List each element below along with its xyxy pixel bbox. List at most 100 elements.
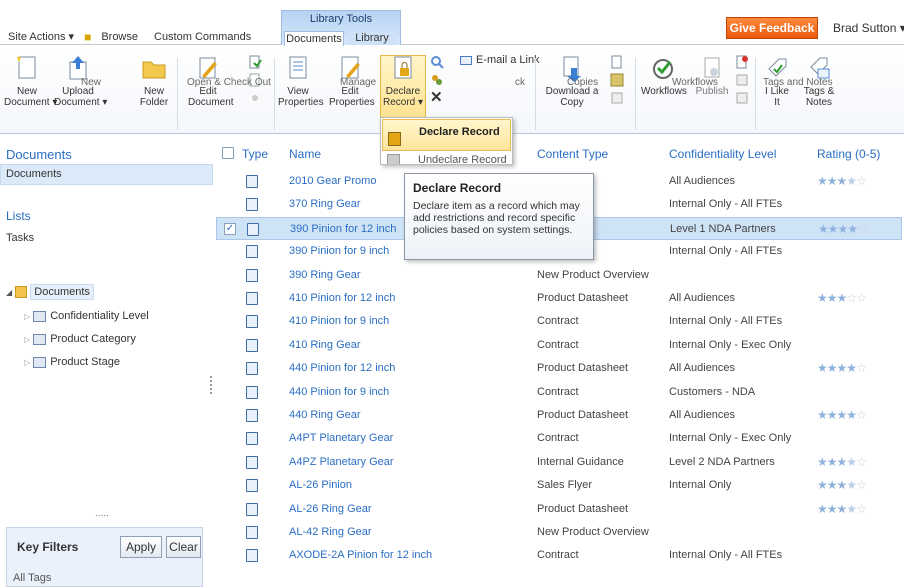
tab-browse[interactable]: Browse [93,29,146,45]
table-row[interactable]: A4PZ Planetary Gear Internal Guidance Leve… [216,451,902,474]
content-type-cell: Contract [537,432,579,445]
declare-record-menu-item[interactable]: Declare Record [382,119,511,151]
confidentiality-cell: Internal Only - All FTEs [669,549,783,562]
manage-copies-icon[interactable] [610,73,624,87]
word-document-icon [246,362,258,376]
tab-custom-commands[interactable]: Custom Commands [146,29,259,45]
tree-item-product-category[interactable]: ▷ Product Category [24,333,136,345]
table-row[interactable]: 440 Pinion for 12 inch Product Datasheet A… [216,357,902,380]
group-label-workflows: Workflows [672,77,718,88]
nav-tasks-item[interactable]: Tasks [6,232,34,244]
go-to-source-icon[interactable] [610,91,624,105]
document-name-link[interactable]: 2010 Gear Promo [289,170,376,193]
document-name-link[interactable]: AXODE-2A Pinion for 12 inch [289,544,432,567]
document-name-link[interactable]: AL-42 Ring Gear [289,521,372,544]
user-menu[interactable]: Brad Sutton ▾ [833,21,904,35]
column-type[interactable]: Type [242,147,268,161]
rating-stars[interactable]: ★★★★☆ [817,404,867,427]
document-name-link[interactable]: 410 Pinion for 12 inch [289,287,395,310]
email-link-button[interactable]: E-mail a Link [460,55,540,66]
unpublish-icon[interactable] [735,73,749,87]
content-type-cell: Product Datasheet [537,292,629,304]
row-checkbox[interactable]: ✓ [224,222,236,235]
confidentiality-cell: Customers - NDA [669,385,756,398]
document-name-link[interactable]: 440 Pinion for 9 inch [289,381,389,404]
document-name-link[interactable]: 390 Ring Gear [289,264,361,287]
rating-stars[interactable]: ★★★★☆ [817,357,867,380]
discard-checkout-icon[interactable] [248,91,262,105]
document-name-link[interactable]: 440 Pinion for 12 inch [289,357,395,380]
group-label-open-checkout: Open & Check Out [187,77,271,88]
document-name-link[interactable]: 390 Pinion for 12 inch [290,218,396,241]
new-folder-button[interactable]: New Folder [137,54,171,108]
permissions-icon[interactable] [430,73,444,87]
column-confidentiality[interactable]: Confidentiality Level [669,147,776,161]
table-row[interactable]: 410 Pinion for 12 inch Product Datasheet A… [216,287,902,310]
word-document-icon [246,198,258,212]
document-name-link[interactable]: 410 Pinion for 9 inch [289,310,389,333]
declare-record-button[interactable]: Declare Record ▾ [381,54,425,108]
email-icon [460,55,472,65]
table-row[interactable]: 390 Ring Gear New Product Overview [216,264,902,287]
key-filters-panel: Key Filters Apply Clear All Tags [6,527,203,587]
document-name-link[interactable]: AL-26 Pinion [289,474,352,497]
rating-stars[interactable]: ★★★★☆ [817,474,867,497]
rating-stars[interactable]: ★★★★☆ [817,451,867,474]
tree-item-product-stage[interactable]: ▷ Product Stage [24,356,120,368]
column-rating[interactable]: Rating (0-5) [817,147,880,161]
version-history-icon[interactable] [430,55,444,69]
word-document-icon [246,526,258,539]
tree-root[interactable]: ◢ Documents [6,284,94,300]
tab-library[interactable]: Library [348,31,396,45]
table-row[interactable]: AL-26 Ring Gear Product Datasheet ★★★★☆ [216,498,902,521]
word-document-icon [246,502,258,516]
publish-button[interactable]: Publish [694,54,730,97]
delete-icon[interactable]: ✕ [430,90,444,105]
apply-button[interactable]: Apply [120,536,162,558]
table-row[interactable]: 440 Ring Gear Product Datasheet All Audien… [216,404,902,427]
send-to-icon[interactable] [610,55,624,69]
nav-lists-header[interactable]: Lists [6,209,31,223]
nav-documents-header[interactable]: Documents [6,147,72,162]
table-row[interactable]: AL-42 Ring Gear New Product Overview [216,521,902,544]
workflows-button[interactable]: Workflows [641,54,687,97]
column-content-type[interactable]: Content Type [537,147,608,161]
document-name-link[interactable]: 410 Ring Gear [289,334,361,357]
document-name-link[interactable]: 370 Ring Gear [289,193,361,216]
view-properties-button[interactable]: View Properties [278,54,324,108]
nav-documents-label: Documents [6,168,62,180]
clear-button[interactable]: Clear [166,536,201,558]
document-name-link[interactable]: 440 Ring Gear [289,404,361,427]
table-row[interactable]: AXODE-2A Pinion for 12 inch Contract Inter… [216,544,902,567]
document-name-link[interactable]: A4PT Planetary Gear [289,427,393,450]
approve-reject-icon[interactable] [735,55,749,69]
column-name[interactable]: Name [289,147,321,161]
tab-site-actions[interactable]: Site Actions ▾ [0,29,82,45]
resize-grip[interactable]: ..... [95,508,109,519]
tab-documents[interactable]: Documents [284,31,344,46]
library-tools-label: Library Tools [309,13,373,25]
table-row[interactable]: AL-26 Pinion Sales Flyer Internal Only ★★★★… [216,474,902,497]
view-properties-icon [284,54,312,82]
give-feedback-button[interactable]: Give Feedback [726,17,818,39]
cancel-approval-icon[interactable] [735,91,749,105]
expand-arrow-icon: ▷ [24,358,31,367]
document-name-link[interactable]: AL-26 Ring Gear [289,498,372,521]
select-all-checkbox[interactable] [222,147,234,159]
rating-stars[interactable]: ★★★★☆ [818,218,868,241]
rating-stars[interactable]: ★★★☆☆ [817,287,867,310]
document-name-link[interactable]: A4PZ Planetary Gear [289,451,394,474]
tree-item-confidentiality[interactable]: ▷ Confidentiality Level [24,310,149,322]
document-name-link[interactable]: 390 Pinion for 9 inch [289,240,389,263]
new-document-button[interactable]: New Document ▾ [4,54,57,108]
splitter-handle[interactable] [210,376,212,394]
rating-stars[interactable]: ★★★★☆ [817,498,867,521]
check-out-icon[interactable] [248,55,262,69]
content-type-cell: New Product Overview [537,268,649,281]
table-row[interactable]: 410 Pinion for 9 inch Contract Internal On… [216,310,902,333]
table-row[interactable]: 440 Pinion for 9 inch Contract Customers -… [216,381,902,404]
table-row[interactable]: 410 Ring Gear Contract Internal Only - Exe… [216,334,902,357]
table-row[interactable]: A4PT Planetary Gear Contract Internal Only… [216,427,902,450]
undeclare-record-menu-item[interactable]: Undeclare Record [382,152,511,164]
rating-stars[interactable]: ★★★★☆ [817,170,867,193]
